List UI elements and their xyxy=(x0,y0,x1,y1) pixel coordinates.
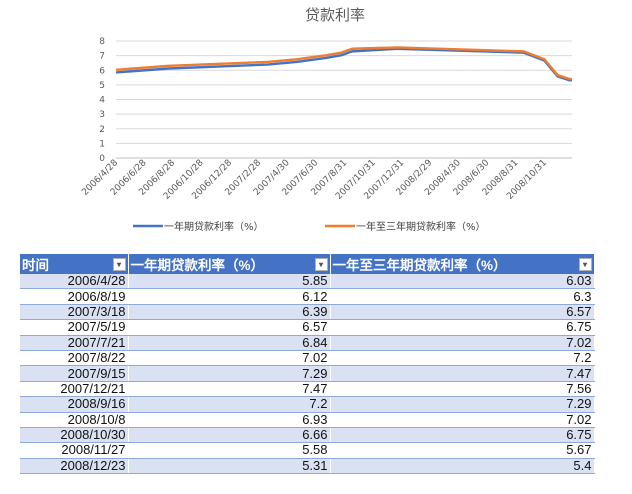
legend-label: 一年期贷款利率（%） xyxy=(164,220,264,233)
cell-one-year-rate[interactable]: 5.31 xyxy=(128,458,331,475)
y-tick-label: 3 xyxy=(99,110,105,120)
cell-one-to-three-year-rate[interactable]: 5.4 xyxy=(330,458,595,475)
y-tick-label: 0 xyxy=(99,154,105,164)
chart-svg: 贷款利率0123456782006/4/282006/6/282006/8/28… xyxy=(80,6,572,233)
cell-date[interactable]: 2008/10/30 xyxy=(20,427,129,444)
cell-date[interactable]: 2008/12/23 xyxy=(20,458,129,475)
cell-one-to-three-year-rate[interactable]: 6.03 xyxy=(330,274,595,290)
chart-title: 贷款利率 xyxy=(305,6,365,24)
cell-one-to-three-year-rate[interactable]: 7.56 xyxy=(330,381,595,398)
table-header-row: 时间 ▾ 一年期贷款利率（%） ▾ 一年至三年期贷款利率（%） ▾ xyxy=(20,254,595,274)
table-row: 2008/10/30 6.66 6.75 xyxy=(20,427,595,444)
cell-date[interactable]: 2007/9/15 xyxy=(20,365,129,382)
table-row: 2006/8/19 6.12 6.3 xyxy=(20,288,595,305)
cell-one-year-rate[interactable]: 5.58 xyxy=(128,442,331,459)
column-header-one-year-rate[interactable]: 一年期贷款利率（%） ▾ xyxy=(128,254,331,274)
column-header-label: 时间 xyxy=(22,258,49,273)
cell-one-year-rate[interactable]: 6.12 xyxy=(128,288,331,305)
legend-label: 一年至三年期贷款利率（%） xyxy=(356,220,486,233)
cell-one-year-rate[interactable]: 6.84 xyxy=(128,335,331,351)
cell-one-to-three-year-rate[interactable]: 6.75 xyxy=(330,319,595,336)
table-row: 2007/8/22 7.02 7.2 xyxy=(20,350,595,367)
table-row: 2008/11/27 5.58 5.67 xyxy=(20,442,595,459)
y-tick-label: 8 xyxy=(99,37,105,47)
filter-dropdown-icon[interactable]: ▾ xyxy=(578,257,592,271)
cell-date[interactable]: 2007/7/21 xyxy=(20,335,129,351)
y-tick-label: 6 xyxy=(99,66,105,76)
y-tick-label: 5 xyxy=(99,81,105,91)
cell-one-year-rate[interactable]: 5.85 xyxy=(128,274,331,290)
table-row: 2007/9/15 7.29 7.47 xyxy=(20,365,595,382)
cell-date[interactable]: 2008/9/16 xyxy=(20,396,129,413)
cell-one-to-three-year-rate[interactable]: 6.75 xyxy=(330,427,595,444)
cell-one-to-three-year-rate[interactable]: 6.3 xyxy=(330,288,595,305)
column-header-date[interactable]: 时间 ▾ xyxy=(20,254,129,274)
cell-one-year-rate[interactable]: 7.02 xyxy=(128,350,331,367)
column-header-one-to-three-year-rate[interactable]: 一年至三年期贷款利率（%） ▾ xyxy=(330,254,595,274)
cell-date[interactable]: 2008/10/8 xyxy=(20,412,129,428)
cell-date[interactable]: 2007/12/21 xyxy=(20,381,129,398)
cell-one-year-rate[interactable]: 6.57 xyxy=(128,319,331,336)
cell-one-to-three-year-rate[interactable]: 7.29 xyxy=(330,396,595,413)
table-row: 2007/5/19 6.57 6.75 xyxy=(20,319,595,336)
y-tick-label: 7 xyxy=(99,52,105,62)
cell-one-year-rate[interactable]: 7.2 xyxy=(128,396,331,413)
cell-one-to-three-year-rate[interactable]: 7.02 xyxy=(330,412,595,428)
column-header-label: 一年至三年期贷款利率（%） xyxy=(332,258,507,273)
cell-one-year-rate[interactable]: 6.93 xyxy=(128,412,331,428)
table-body: 2006/4/28 5.85 6.03 2006/8/19 6.12 6.3 2007/3/… xyxy=(20,274,595,475)
cell-one-year-rate[interactable]: 6.39 xyxy=(128,304,331,321)
cell-one-to-three-year-rate[interactable]: 7.02 xyxy=(330,335,595,351)
cell-date[interactable]: 2007/3/18 xyxy=(20,304,129,321)
cell-one-to-three-year-rate[interactable]: 7.47 xyxy=(330,365,595,382)
cell-one-year-rate[interactable]: 7.47 xyxy=(128,381,331,398)
cell-one-to-three-year-rate[interactable]: 6.57 xyxy=(330,304,595,321)
cell-date[interactable]: 2007/8/22 xyxy=(20,350,129,367)
table-row: 2008/9/16 7.2 7.29 xyxy=(20,396,595,413)
data-table: 时间 ▾ 一年期贷款利率（%） ▾ 一年至三年期贷款利率（%） ▾ 2006/4… xyxy=(20,254,595,475)
column-header-label: 一年期贷款利率（%） xyxy=(130,258,265,273)
chart-panel: 贷款利率 0 1 2 3 4 5 6 7 8 2006/4/28 2006/6/28 2006/8/28… xyxy=(0,0,632,248)
table-row: 2007/12/21 7.47 7.56 xyxy=(20,381,595,398)
table-row: 2007/7/21 6.84 7.02 xyxy=(20,335,595,351)
cell-one-year-rate[interactable]: 7.29 xyxy=(128,365,331,382)
table-row: 2008/12/23 5.31 5.4 xyxy=(20,458,595,475)
cell-one-year-rate[interactable]: 6.66 xyxy=(128,427,331,444)
cell-date[interactable]: 2008/11/27 xyxy=(20,442,129,459)
cell-date[interactable]: 2007/5/19 xyxy=(20,319,129,336)
cell-one-to-three-year-rate[interactable]: 5.67 xyxy=(330,442,595,459)
table-row: 2006/4/28 5.85 6.03 xyxy=(20,274,595,290)
table-row: 2008/10/8 6.93 7.02 xyxy=(20,412,595,428)
y-tick-label: 2 xyxy=(99,125,105,135)
y-tick-label: 4 xyxy=(99,96,105,106)
table-row: 2007/3/18 6.39 6.57 xyxy=(20,304,595,321)
cell-one-to-three-year-rate[interactable]: 7.2 xyxy=(330,350,595,367)
filter-dropdown-icon[interactable]: ▾ xyxy=(112,257,126,271)
y-tick-label: 1 xyxy=(99,139,105,149)
filter-dropdown-icon[interactable]: ▾ xyxy=(314,257,328,271)
cell-date[interactable]: 2006/4/28 xyxy=(20,274,129,290)
cell-date[interactable]: 2006/8/19 xyxy=(20,288,129,305)
